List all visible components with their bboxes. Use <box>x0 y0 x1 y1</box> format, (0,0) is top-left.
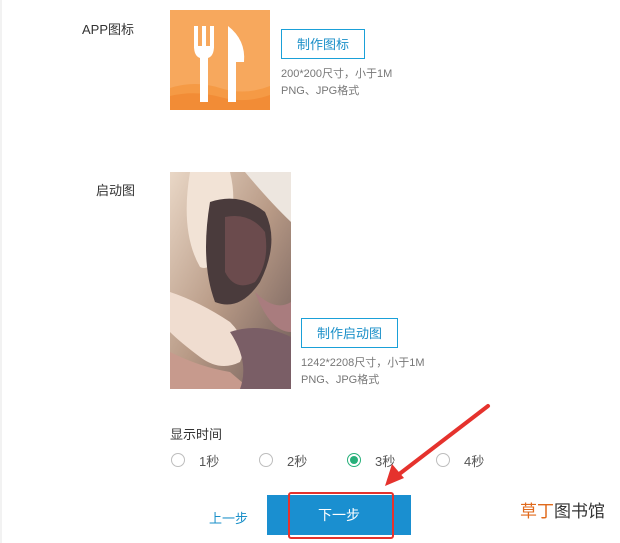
radio-label: 1秒 <box>199 453 220 469</box>
launch-image-label: 启动图 <box>96 183 136 198</box>
watermark-accent: 草丁 <box>520 502 554 521</box>
app-icon-label: APP图标 <box>82 22 135 37</box>
make-launch-image-button[interactable]: 制作启动图 <box>301 318 398 348</box>
watermark: 草丁图书馆 <box>520 497 605 522</box>
radio-option-1s[interactable]: 1秒 <box>171 450 219 470</box>
fork-knife-icon <box>170 10 270 110</box>
watermark-text: 图书馆 <box>554 502 605 521</box>
radio-button[interactable] <box>436 453 450 467</box>
make-icon-button[interactable]: 制作图标 <box>281 29 365 59</box>
radio-label: 2秒 <box>287 453 308 469</box>
left-divider <box>0 0 2 543</box>
app-icon-preview <box>170 10 270 110</box>
radio-dot-icon <box>350 456 358 464</box>
launch-size-hint: 1242*2208尺寸，小于1M <box>301 357 425 369</box>
icon-format-hint: PNG、JPG格式 <box>281 85 360 97</box>
icon-size-hint: 200*200尺寸，小于1M <box>281 68 393 80</box>
launch-image-preview <box>170 172 291 389</box>
launch-photo <box>170 172 291 389</box>
next-step-button[interactable]: 下一步 <box>267 495 411 535</box>
radio-button[interactable] <box>259 453 273 467</box>
radio-label: 3秒 <box>375 453 396 469</box>
launch-format-hint: PNG、JPG格式 <box>301 374 380 386</box>
radio-option-2s[interactable]: 2秒 <box>259 450 307 470</box>
display-time-label: 显示时间 <box>170 427 223 442</box>
radio-label: 4秒 <box>464 453 485 469</box>
prev-step-link[interactable]: 上一步 <box>209 508 248 527</box>
radio-button[interactable] <box>171 453 185 467</box>
radio-button-checked[interactable] <box>347 453 361 467</box>
radio-option-3s[interactable]: 3秒 <box>347 450 395 470</box>
radio-option-4s[interactable]: 4秒 <box>436 450 484 470</box>
